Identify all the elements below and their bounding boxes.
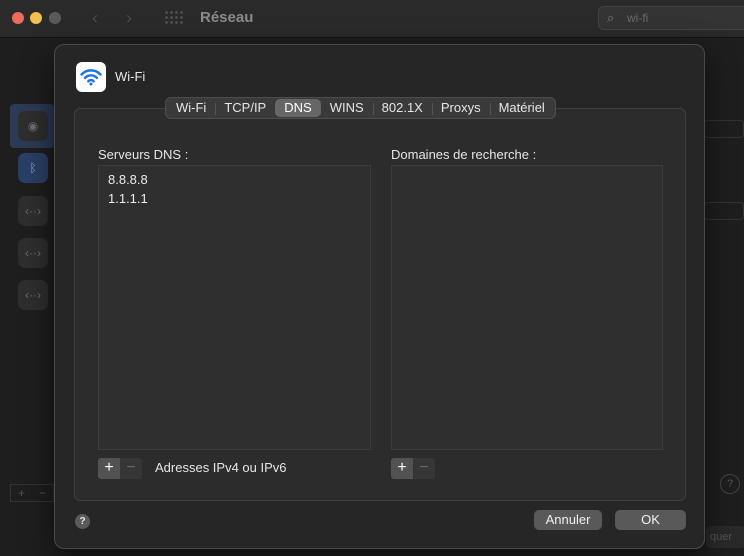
sidebar-service-icon[interactable]: ‹··› (18, 280, 48, 310)
zoom-window-button[interactable] (49, 12, 61, 24)
domains-add-remove: + − (391, 458, 435, 479)
dns-add-remove: + − (98, 458, 142, 479)
tab-wins[interactable]: WINS (321, 99, 373, 117)
tab-tcp-ip[interactable]: TCP/IP (215, 99, 275, 117)
tab-dns[interactable]: DNS (275, 99, 321, 117)
tab-mat-riel[interactable]: Matériel (489, 99, 554, 117)
dns-servers-list[interactable]: 8.8.8.8 1.1.1.1 (98, 165, 371, 450)
tab-proxys[interactable]: Proxys (431, 99, 490, 117)
dns-server-item[interactable]: 1.1.1.1 (99, 189, 370, 208)
help-button[interactable]: ? (75, 514, 90, 529)
sidebar-remove-button[interactable]: − (32, 485, 53, 501)
tab-wi-fi[interactable]: Wi-Fi (167, 99, 215, 117)
dns-panel: Serveurs DNS : 8.8.8.8 1.1.1.1 + − Adress… (74, 108, 686, 501)
dns-server-item[interactable]: 8.8.8.8 (99, 170, 370, 189)
show-all-grid-icon[interactable] (164, 10, 184, 26)
sidebar-service-icon[interactable]: ‹··› (18, 238, 48, 268)
forward-arrow-icon[interactable]: › (126, 8, 132, 29)
sidebar-wifi-icon[interactable]: ◉ (18, 111, 48, 141)
tab-802-1x[interactable]: 802.1X (372, 99, 432, 117)
ok-button[interactable]: OK (615, 510, 686, 530)
sidebar-add-button[interactable]: + (11, 485, 32, 501)
window-title: Réseau (200, 9, 254, 26)
sidebar-add-remove[interactable]: + − (10, 484, 54, 502)
search-query: wi-fi (627, 11, 649, 25)
background-help-button[interactable]: ? (720, 474, 740, 494)
background-titlebar: ‹ › Réseau ⌕ wi-fi (0, 0, 744, 38)
domains-remove-button[interactable]: − (413, 458, 435, 479)
settings-tabs: Wi-Fi TCP/IP DNS WINS 802.1X Proxys Matériel (165, 97, 556, 119)
dns-remove-button[interactable]: − (120, 458, 142, 479)
sheet-title: Wi-Fi (115, 69, 146, 84)
background-control (704, 202, 744, 220)
search-icon: ⌕ (607, 10, 615, 25)
minimize-window-button[interactable] (30, 12, 42, 24)
sidebar-service-icon[interactable]: ‹··› (18, 196, 48, 226)
close-window-button[interactable] (12, 12, 24, 24)
wifi-settings-sheet: Wi-Fi Serveurs DNS : 8.8.8.8 1.1.1.1 + − … (54, 44, 705, 549)
search-field[interactable]: ⌕ wi-fi (598, 6, 744, 30)
search-domains-label: Domaines de recherche : (391, 147, 537, 162)
back-arrow-icon[interactable]: ‹ (92, 8, 98, 29)
dns-add-button[interactable]: + (98, 458, 120, 479)
wifi-icon (76, 62, 106, 92)
search-domains-list[interactable] (391, 165, 663, 450)
domains-add-button[interactable]: + (391, 458, 413, 479)
dns-address-hint: Adresses IPv4 ou IPv6 (155, 460, 287, 475)
dns-servers-label: Serveurs DNS : (98, 147, 189, 162)
cancel-button[interactable]: Annuler (534, 510, 602, 530)
background-control (704, 120, 744, 138)
sidebar-bluetooth-icon[interactable]: ᛒ (18, 153, 48, 183)
background-button[interactable]: quer (706, 526, 744, 548)
